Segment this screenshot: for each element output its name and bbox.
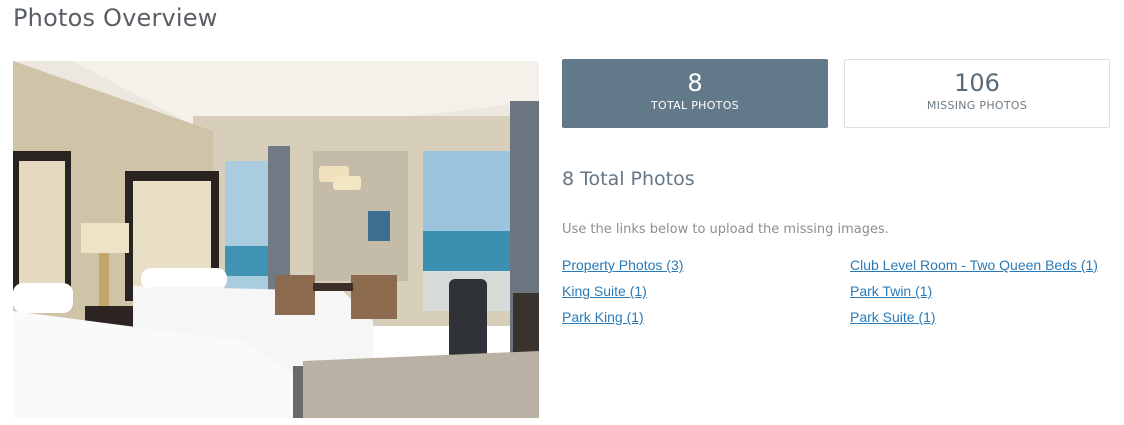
missing-photos-label: MISSING PHOTOS [926, 99, 1028, 112]
link-king-suite[interactable]: King Suite (1) [562, 283, 647, 299]
link-park-twin[interactable]: Park Twin (1) [850, 283, 932, 299]
total-photos-count: 8 [687, 69, 703, 97]
page-title: Photos Overview [13, 4, 218, 32]
upload-instructions: Use the links below to upload the missin… [562, 222, 889, 237]
hotel-room-photo [13, 61, 539, 418]
link-park-suite[interactable]: Park Suite (1) [850, 309, 936, 325]
total-photos-label: TOTAL PHOTOS [651, 99, 739, 112]
missing-photos-card[interactable]: 106 MISSING PHOTOS [844, 59, 1110, 128]
total-photos-card[interactable]: 8 TOTAL PHOTOS [562, 59, 828, 128]
missing-photos-count: 106 [954, 69, 1000, 97]
section-title: 8 Total Photos [562, 168, 695, 190]
link-property-photos[interactable]: Property Photos (3) [562, 257, 683, 273]
link-park-king[interactable]: Park King (1) [562, 309, 644, 325]
link-club-level-room[interactable]: Club Level Room - Two Queen Beds (1) [850, 257, 1098, 273]
